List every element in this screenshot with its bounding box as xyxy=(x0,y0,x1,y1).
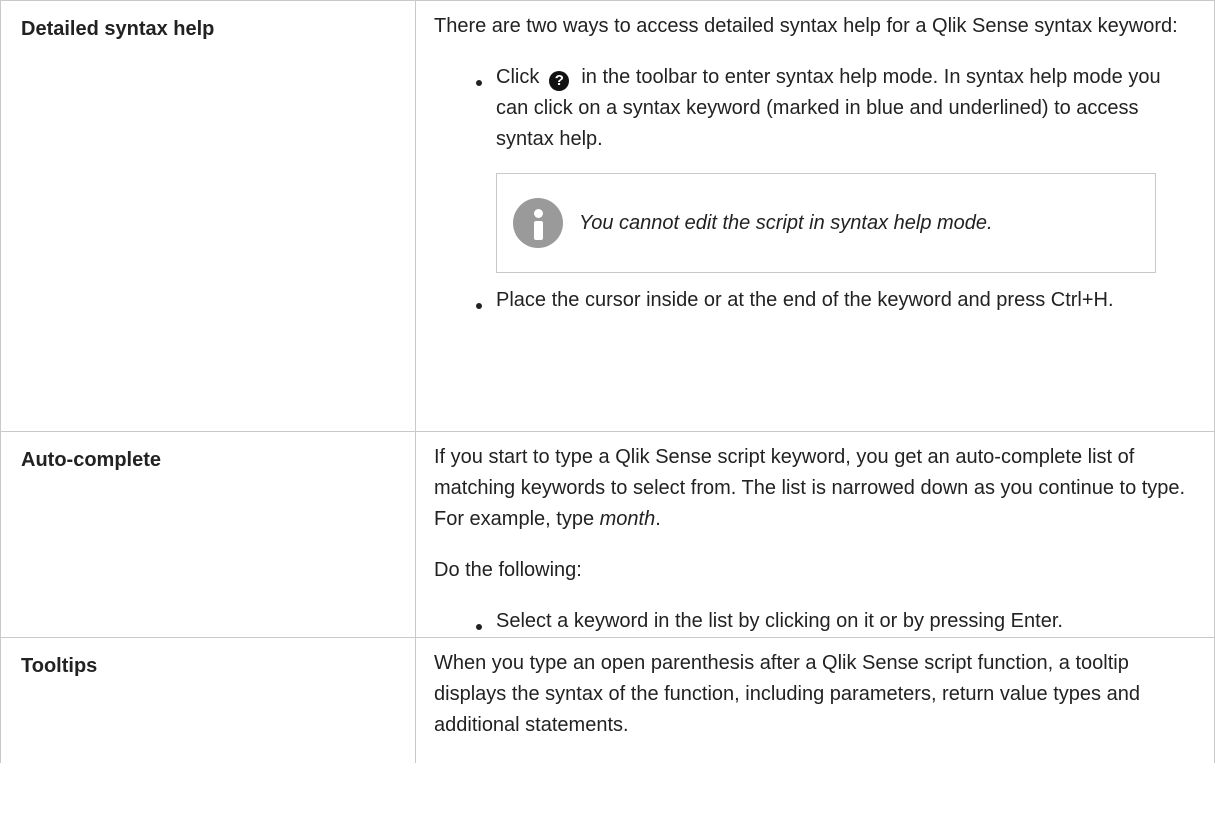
list-item: Click? in the toolbar to enter syntax hel… xyxy=(476,62,1198,155)
question-circle-icon: ? xyxy=(549,71,570,91)
description-text: When you type an open parenthesis after … xyxy=(434,652,1140,736)
bullet-icon xyxy=(476,303,482,309)
term-tooltips: Tooltips xyxy=(21,655,98,677)
description-text: If you start to type a Qlik Sense script… xyxy=(434,446,1186,530)
lead-text: Do the following: xyxy=(434,559,582,581)
bullet-text: Place the cursor inside or at the end of… xyxy=(496,289,1114,311)
term-detailed-syntax-help: Detailed syntax help xyxy=(21,18,215,40)
table-row: Detailed syntax help There are two ways … xyxy=(0,0,1215,432)
bullet-list: Click? in the toolbar to enter syntax hel… xyxy=(434,62,1198,155)
bullet-icon xyxy=(476,624,482,630)
bullet-text-suffix: in the toolbar to enter syntax help mode… xyxy=(496,66,1161,150)
bullet-list: Select a keyword in the list by clicking… xyxy=(434,606,1198,637)
features-table: Detailed syntax help There are two ways … xyxy=(0,0,1215,763)
description-cell: If you start to type a Qlik Sense script… xyxy=(415,431,1215,638)
example-keyword: month xyxy=(599,508,656,530)
table-row: Auto-complete If you start to type a Qli… xyxy=(0,431,1215,638)
term-cell: Detailed syntax help xyxy=(0,0,416,432)
note-text: You cannot edit the script in syntax hel… xyxy=(579,211,993,234)
term-cell: Tooltips xyxy=(0,637,416,763)
term-cell: Auto-complete xyxy=(0,431,416,638)
list-item: Select a keyword in the list by clicking… xyxy=(476,606,1198,637)
info-icon xyxy=(513,198,563,248)
note-box: You cannot edit the script in syntax hel… xyxy=(496,173,1156,273)
bullet-text-prefix: Click xyxy=(496,66,540,88)
bullet-icon xyxy=(476,80,482,86)
bullet-list: Place the cursor inside or at the end of… xyxy=(434,285,1198,316)
list-item: Place the cursor inside or at the end of… xyxy=(476,285,1198,316)
description-text: There are two ways to access detailed sy… xyxy=(434,15,1178,37)
description-cell: There are two ways to access detailed sy… xyxy=(415,0,1215,432)
table-row: Tooltips When you type an open parenthes… xyxy=(0,637,1215,763)
term-auto-complete: Auto-complete xyxy=(21,449,161,471)
bullet-text: Select a keyword in the list by clicking… xyxy=(496,610,1063,632)
description-cell: When you type an open parenthesis after … xyxy=(415,637,1215,763)
